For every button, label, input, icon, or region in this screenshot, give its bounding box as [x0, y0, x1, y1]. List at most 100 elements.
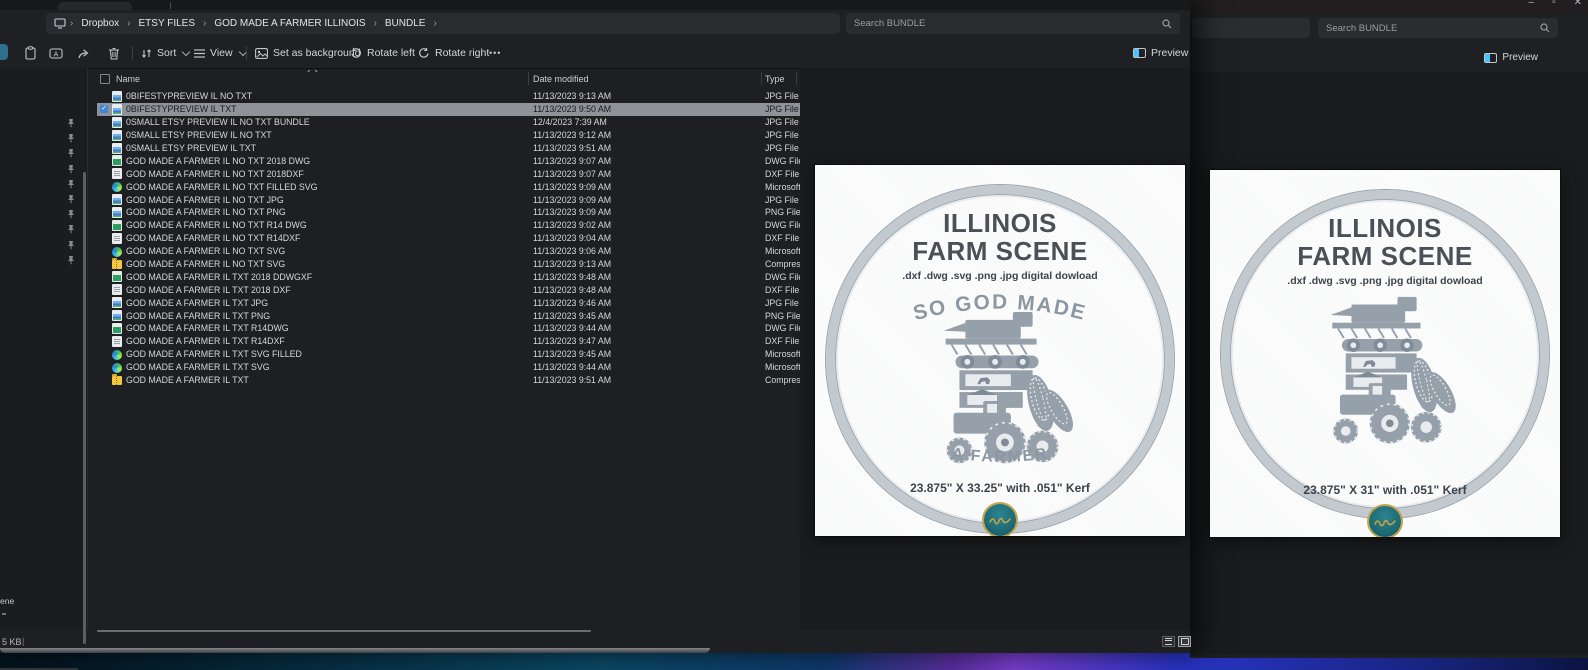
cut-icon[interactable]: [0, 44, 8, 60]
file-row[interactable]: GOD MADE A FARMER IL NO TXT SVG11/13/202…: [97, 245, 800, 258]
share-icon[interactable]: [76, 45, 92, 61]
row-checkbox[interactable]: [100, 260, 108, 268]
row-checkbox[interactable]: [100, 234, 108, 242]
row-checkbox[interactable]: [100, 247, 108, 255]
file-date-modified: 11/13/2023 9:13 AM: [533, 91, 611, 101]
column-header-type[interactable]: Type: [765, 74, 785, 84]
file-row[interactable]: GOD MADE A FARMER IL TXT PNG11/13/2023 9…: [97, 309, 800, 322]
row-checkbox-checked[interactable]: ✓: [100, 105, 108, 113]
breadcrumb-item[interactable]: ETSY FILES: [135, 18, 200, 29]
row-checkbox[interactable]: [100, 376, 108, 384]
file-row[interactable]: GOD MADE A FARMER IL NO TXT SVG11/13/202…: [97, 258, 800, 271]
file-row[interactable]: GOD MADE A FARMER IL TXT 2018 DDWGXF11/1…: [97, 270, 800, 283]
minimize-button[interactable]: –: [1529, 0, 1535, 8]
rotate-right-button[interactable]: Rotate right: [418, 38, 489, 68]
row-checkbox[interactable]: [100, 183, 108, 191]
view-button[interactable]: View: [194, 38, 246, 68]
toolbar-divider: [246, 46, 247, 60]
set-as-background-button[interactable]: Set as background: [255, 38, 361, 68]
row-checkbox[interactable]: [100, 312, 108, 320]
column-divider[interactable]: [761, 72, 762, 85]
row-checkbox[interactable]: [100, 196, 108, 204]
background-address-bar[interactable]: [1192, 18, 1310, 38]
rename-icon[interactable]: A: [48, 45, 64, 61]
file-row[interactable]: GOD MADE A FARMER IL TXT R14DXF11/13/202…: [97, 335, 800, 348]
details-view-button[interactable]: [1162, 636, 1175, 647]
row-checkbox[interactable]: [100, 363, 108, 371]
breadcrumb-item[interactable]: GOD MADE A FARMER ILLINOIS: [210, 18, 369, 29]
row-checkbox[interactable]: [100, 92, 108, 100]
breadcrumb[interactable]: › Dropbox›ETSY FILES›GOD MADE A FARMER I…: [46, 13, 840, 34]
pin-icon: [66, 164, 76, 174]
view-mode-toggles: [1162, 636, 1191, 647]
column-header-date-modified[interactable]: Date modified: [533, 74, 589, 84]
row-checkbox[interactable]: [100, 170, 108, 178]
row-checkbox[interactable]: [100, 144, 108, 152]
file-row[interactable]: GOD MADE A FARMER IL NO TXT JPG11/13/202…: [97, 193, 800, 206]
file-row[interactable]: GOD MADE A FARMER IL TXT11/13/2023 9:51 …: [97, 374, 800, 387]
sidebar-item-label[interactable]: ene: [0, 596, 14, 606]
file-type: Compresse: [765, 375, 800, 385]
file-date-modified: 11/13/2023 9:44 AM: [533, 323, 611, 333]
file-row[interactable]: GOD MADE A FARMER IL NO TXT R14 DWG11/13…: [97, 219, 800, 232]
file-row[interactable]: GOD MADE A FARMER IL TXT SVG11/13/2023 9…: [97, 361, 800, 374]
navigation-pane[interactable]: ene: [0, 68, 88, 630]
zip-file-icon: [112, 376, 122, 385]
command-toolbar: A Sort View Set as backgrou: [0, 38, 1190, 69]
column-header-name[interactable]: Name: [116, 74, 140, 84]
select-all-checkbox[interactable]: [100, 74, 110, 84]
search-input[interactable]: Search BUNDLE: [846, 13, 1180, 34]
row-checkbox[interactable]: [100, 286, 108, 294]
breadcrumb-item[interactable]: BUNDLE: [381, 18, 430, 29]
explorer-tab[interactable]: [58, 2, 132, 10]
file-row[interactable]: GOD MADE A FARMER IL TXT SVG FILLED11/13…: [97, 348, 800, 361]
column-divider[interactable]: [796, 72, 797, 85]
row-checkbox[interactable]: [100, 208, 108, 216]
preview-toggle[interactable]: Preview: [1133, 38, 1188, 68]
row-checkbox[interactable]: [100, 157, 108, 165]
row-checkbox[interactable]: [100, 350, 108, 358]
file-row[interactable]: 0BIFESTYPREVIEW IL NO TXT11/13/2023 9:13…: [97, 90, 800, 103]
row-checkbox[interactable]: [100, 131, 108, 139]
sort-button[interactable]: Sort: [141, 38, 189, 68]
file-row[interactable]: GOD MADE A FARMER IL NO TXT FILLED SVG11…: [97, 180, 800, 193]
maximize-button[interactable]: ▫: [1552, 0, 1556, 8]
more-options-button[interactable]: •••: [489, 38, 501, 68]
close-button[interactable]: ✕: [1574, 0, 1582, 8]
list-header: Name Date modified Type: [97, 70, 800, 87]
row-checkbox[interactable]: [100, 118, 108, 126]
breadcrumb-item[interactable]: Dropbox: [77, 18, 123, 29]
delete-icon[interactable]: [106, 45, 122, 61]
file-row[interactable]: GOD MADE A FARMER IL TXT JPG11/13/2023 9…: [97, 296, 800, 309]
horizontal-scrollbar[interactable]: [97, 630, 591, 632]
file-date-modified: 11/13/2023 9:09 AM: [533, 182, 611, 192]
image-file-icon: [112, 297, 122, 308]
file-row[interactable]: GOD MADE A FARMER IL NO TXT R14DXF11/13/…: [97, 232, 800, 245]
background-search-input[interactable]: Search BUNDLE: [1318, 18, 1558, 38]
pin-icon: [66, 148, 76, 158]
rotate-left-button[interactable]: Rotate left: [350, 38, 415, 68]
file-row[interactable]: 0SMALL ETSY PREVIEW IL TXT11/13/2023 9:5…: [97, 142, 800, 155]
file-row[interactable]: GOD MADE A FARMER IL TXT 2018 DXF11/13/2…: [97, 283, 800, 296]
row-checkbox[interactable]: [100, 337, 108, 345]
dimensions-text: 23.875" X 33.25" with .051" Kerf: [910, 481, 1090, 495]
thumbnail-view-button[interactable]: [1178, 636, 1191, 647]
file-row[interactable]: 0SMALL ETSY PREVIEW IL NO TXT BUNDLE12/4…: [97, 116, 800, 129]
file-row[interactable]: GOD MADE A FARMER IL NO TXT 2018 DWG11/1…: [97, 154, 800, 167]
image-file-icon: [112, 207, 122, 218]
file-row[interactable]: 0SMALL ETSY PREVIEW IL NO TXT11/13/2023 …: [97, 129, 800, 142]
file-row[interactable]: GOD MADE A FARMER IL NO TXT 2018DXF11/13…: [97, 167, 800, 180]
view-icon: [194, 49, 205, 58]
column-divider[interactable]: [528, 72, 529, 85]
file-row[interactable]: GOD MADE A FARMER IL TXT R14DWG11/13/202…: [97, 322, 800, 335]
row-checkbox[interactable]: [100, 221, 108, 229]
row-checkbox[interactable]: [100, 324, 108, 332]
row-checkbox[interactable]: [100, 273, 108, 281]
sidebar-scrollbar[interactable]: [83, 172, 86, 644]
file-row[interactable]: ✓0BIFESTYPREVIEW IL TXT11/13/2023 9:50 A…: [97, 103, 800, 116]
file-type: JPG File: [765, 143, 800, 153]
background-preview-toggle[interactable]: Preview: [1484, 52, 1538, 63]
file-row[interactable]: GOD MADE A FARMER IL NO TXT PNG11/13/202…: [97, 206, 800, 219]
paste-icon[interactable]: [22, 45, 38, 61]
row-checkbox[interactable]: [100, 299, 108, 307]
